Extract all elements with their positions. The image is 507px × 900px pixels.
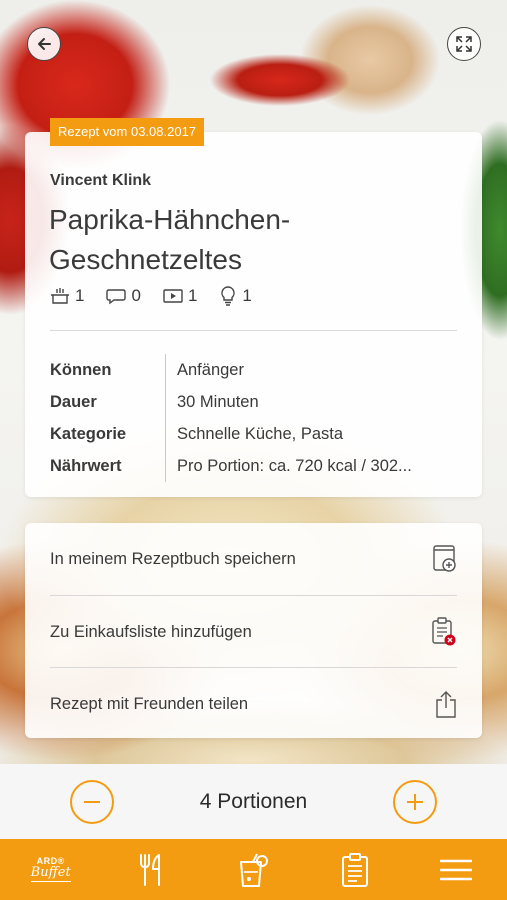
- recipe-facts: Können Anfänger Dauer 30 Minuten Kategor…: [50, 354, 460, 482]
- fact-label: Kategorie: [50, 424, 127, 443]
- fact-row-skill: Können Anfänger: [50, 354, 460, 386]
- ard-buffet-logo: ARD® Buffet: [30, 856, 71, 882]
- tab-menu[interactable]: [426, 845, 486, 895]
- fact-row-category: Kategorie Schnelle Küche, Pasta: [50, 418, 460, 450]
- video-icon: [163, 289, 183, 303]
- tab-shopping-list[interactable]: [325, 845, 385, 895]
- info-divider: [50, 330, 457, 331]
- stat-cooked-count: 1: [75, 286, 85, 305]
- fact-label: Können: [50, 360, 112, 379]
- increase-portions-button[interactable]: [392, 779, 437, 824]
- recipe-actions-card: In meinem Rezeptbuch speichern Zu Einkau…: [25, 523, 482, 738]
- recipe-stats: 1 0 1 1: [50, 286, 274, 306]
- expand-icon: [456, 36, 472, 52]
- portion-selector: 4 Portionen: [0, 764, 507, 839]
- stat-tips-count: 1: [242, 286, 252, 305]
- fact-value: Anfänger: [165, 354, 459, 386]
- recipe-title: Paprika-Hähnchen-Geschnetzeltes: [49, 204, 291, 275]
- back-button[interactable]: [27, 27, 61, 61]
- recipe-date-badge: Rezept vom 03.08.2017: [50, 118, 205, 146]
- menu-icon: [440, 859, 473, 880]
- minus-icon: [84, 800, 100, 803]
- fact-value: Pro Portion: ca. 720 kcal / 302...: [165, 450, 459, 482]
- fact-row-duration: Dauer 30 Minuten: [50, 386, 460, 418]
- fact-value: 30 Minuten: [165, 386, 459, 418]
- stat-comments-count: 0: [131, 286, 141, 305]
- recipe-info-card: Vincent Klink Paprika-Hähnchen-Geschnetz…: [25, 132, 482, 497]
- decrease-portions-button[interactable]: [70, 779, 114, 824]
- action-label: In meinem Rezeptbuch speichern: [50, 549, 296, 568]
- fact-row-nutrition[interactable]: Nährwert Pro Portion: ca. 720 kcal / 302…: [50, 450, 460, 482]
- pot-icon: [51, 288, 69, 304]
- plus-icon: [406, 793, 423, 810]
- stat-comments[interactable]: 0: [106, 286, 141, 306]
- shopping-list-add-icon: [432, 617, 456, 646]
- clipboard-icon: [341, 852, 368, 887]
- arrow-left-icon: [38, 38, 51, 50]
- tab-home-logo[interactable]: ARD® Buffet: [21, 845, 81, 895]
- recipe-book-add-icon: [433, 545, 456, 572]
- action-label: Zu Einkaufsliste hinzufügen: [50, 622, 252, 641]
- share-icon: [436, 691, 456, 718]
- fullscreen-button[interactable]: [447, 27, 481, 61]
- share-recipe-button[interactable]: Rezept mit Freunden teilen: [50, 667, 457, 740]
- comment-icon: [106, 289, 127, 305]
- stat-videos[interactable]: 1: [163, 286, 197, 306]
- lightbulb-icon: [221, 286, 236, 306]
- tab-drinks[interactable]: [223, 845, 283, 895]
- save-to-recipe-book-button[interactable]: In meinem Rezeptbuch speichern: [50, 523, 457, 595]
- stat-videos-count: 1: [187, 286, 198, 305]
- bottom-tab-bar: ARD® Buffet: [0, 839, 507, 900]
- drink-icon: [240, 853, 269, 887]
- cutlery-icon: [140, 853, 161, 886]
- tab-recipes[interactable]: [122, 845, 182, 895]
- add-to-shopping-list-button[interactable]: Zu Einkaufsliste hinzufügen: [50, 595, 457, 668]
- stat-tips[interactable]: 1: [219, 286, 252, 306]
- action-label: Rezept mit Freunden teilen: [50, 694, 249, 713]
- fact-value: Schnelle Küche, Pasta: [165, 418, 459, 450]
- portion-count: 4 Portionen: [199, 789, 308, 813]
- recipe-author[interactable]: Vincent Klink: [50, 172, 151, 190]
- stat-cooked[interactable]: 1: [50, 286, 84, 306]
- fact-label: Dauer: [50, 392, 97, 411]
- fact-label: Nährwert: [50, 456, 122, 475]
